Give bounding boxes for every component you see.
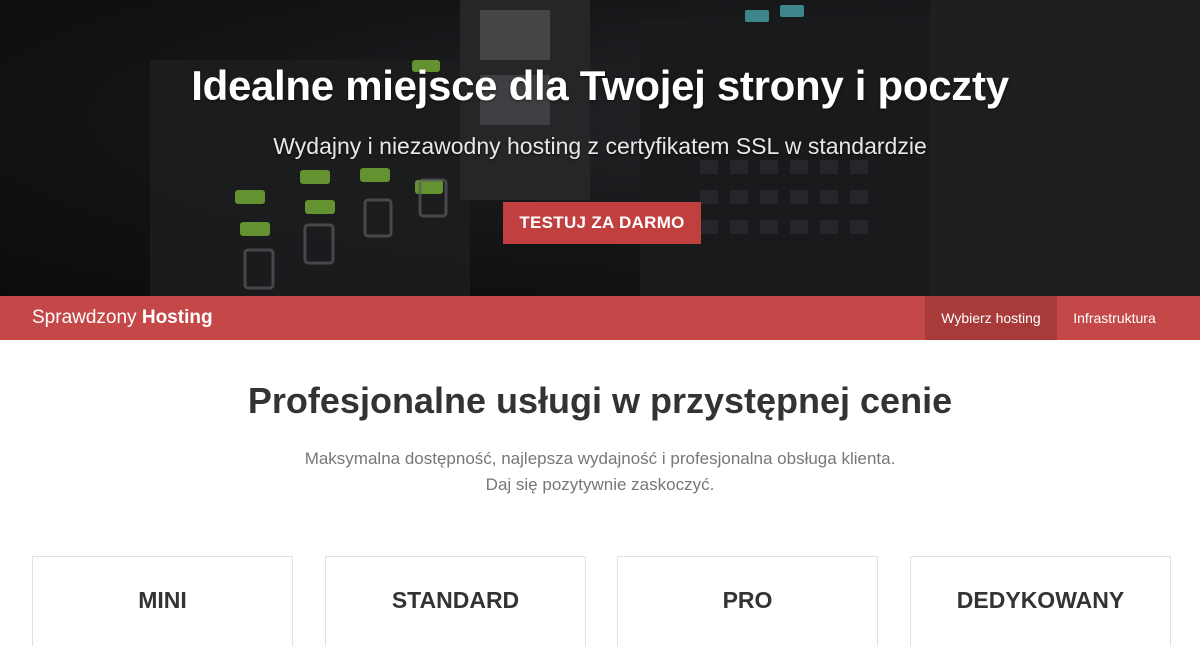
section-description: Maksymalna dostępność, najlepsza wydajno… xyxy=(0,446,1200,498)
brand-bold-text: Hosting xyxy=(141,307,213,328)
section-description-line2: Daj się pozytywnie zaskoczyć. xyxy=(485,475,715,494)
nav-item-infrastructure[interactable]: Infrastruktura xyxy=(1057,296,1172,340)
hero-subtitle: Wydajny i niezawodny hosting z certyfika… xyxy=(273,133,927,159)
navbar: Sprawdzony Hosting Wybierz hosting Infra… xyxy=(0,296,1200,340)
brand-logo-link[interactable]: Sprawdzony Hosting xyxy=(32,296,213,340)
hero-section: Idealne miejsce dla Twojej strony i pocz… xyxy=(0,0,1200,296)
plan-card-mini[interactable]: MINI xyxy=(32,556,293,646)
section-description-line1: Maksymalna dostępność, najlepsza wydajno… xyxy=(304,449,896,468)
hero-title: Idealne miejsce dla Twojej strony i pocz… xyxy=(191,62,1009,109)
nav-item-choose-hosting[interactable]: Wybierz hosting xyxy=(925,296,1057,340)
plan-name: PRO xyxy=(722,587,773,613)
plan-name: STANDARD xyxy=(391,587,520,613)
plan-card-dedicated[interactable]: DEDYKOWANY xyxy=(910,556,1171,646)
free-trial-button[interactable]: TESTUJ ZA DARMO xyxy=(503,202,701,244)
plan-card-standard[interactable]: STANDARD xyxy=(325,556,586,646)
plan-name: MINI xyxy=(138,587,187,613)
section-title: Profesjonalne usługi w przystępnej cenie xyxy=(247,380,953,421)
plan-name: DEDYKOWANY xyxy=(956,587,1125,613)
plan-card-pro[interactable]: PRO xyxy=(617,556,878,646)
brand-light-text: Sprawdzony xyxy=(32,307,137,328)
